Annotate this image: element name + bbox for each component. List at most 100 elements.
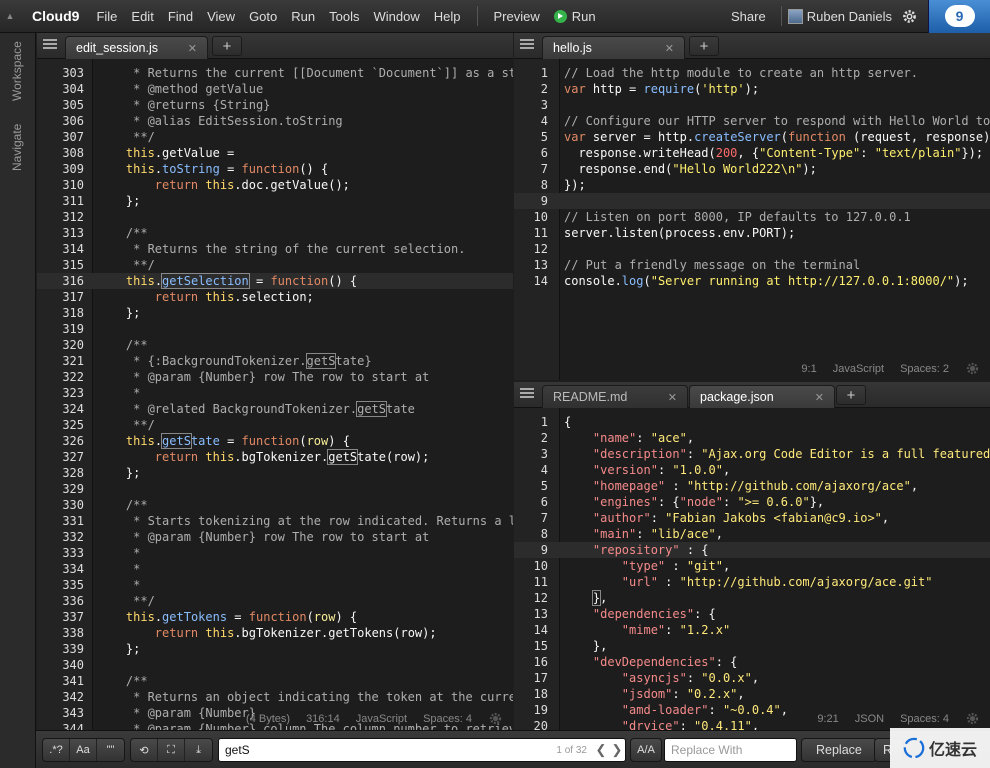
menu-run[interactable]: Run — [284, 9, 322, 24]
code-line[interactable]: 317 return this.selection; — [37, 289, 513, 305]
next-match-icon[interactable]: ❯ — [609, 742, 625, 758]
code-line[interactable]: 8 "main": "lib/ace", — [514, 526, 990, 542]
code-line[interactable]: 1{ — [514, 414, 990, 430]
code-line[interactable]: 323 * — [37, 385, 513, 401]
code-line[interactable]: 306 * @alias EditSession.toString — [37, 113, 513, 129]
in-selection-icon[interactable]: ⛶ — [158, 739, 185, 761]
gear-icon[interactable] — [965, 711, 980, 726]
code-line[interactable]: 11 "url" : "http://github.com/ajaxorg/ac… — [514, 574, 990, 590]
code-line[interactable]: 12 — [514, 241, 990, 257]
menu-edit[interactable]: Edit — [124, 9, 160, 24]
code-line[interactable]: 14 "mime": "1.2.x" — [514, 622, 990, 638]
code-line[interactable]: 6 response.writeHead(200, {"Content-Type… — [514, 145, 990, 161]
code-line[interactable]: 3 — [514, 97, 990, 113]
code-line[interactable]: 324 * @related BackgroundTokenizer.getSt… — [37, 401, 513, 417]
code-line[interactable]: 18 "jsdom": "0.2.x", — [514, 686, 990, 702]
code-line[interactable]: 5 "homepage" : "http://github.com/ajaxor… — [514, 478, 990, 494]
share-button[interactable]: Share — [724, 9, 773, 24]
previous-match-icon[interactable]: ❮ — [593, 742, 609, 758]
close-icon[interactable]: ✕ — [665, 42, 674, 55]
code-line[interactable]: 15 }, — [514, 638, 990, 654]
gear-icon[interactable] — [488, 711, 503, 726]
code-line[interactable]: 1 // Load the http module to create an ht… — [514, 65, 990, 81]
language-mode[interactable]: JavaScript — [833, 363, 884, 375]
code-editor[interactable]: 1 // Load the http module to create an ht… — [514, 59, 990, 380]
code-line[interactable]: 17 "asyncjs": "0.0.x", — [514, 670, 990, 686]
code-line[interactable]: 336 **/ — [37, 593, 513, 609]
code-line[interactable]: 341 /** — [37, 673, 513, 689]
code-line[interactable]: 328 }; — [37, 465, 513, 481]
indent-setting[interactable]: Spaces: 4 — [423, 713, 472, 725]
code-line[interactable]: 337 this.getTokens = function(row) { — [37, 609, 513, 625]
code-line[interactable]: 3 "description": "Ajax.org Code Editor i… — [514, 446, 990, 462]
code-line[interactable]: 305 * @returns {String} — [37, 97, 513, 113]
collapse-arrow-icon[interactable]: ▲ — [0, 11, 20, 21]
code-line[interactable]: 309 this.toString = function() { — [37, 161, 513, 177]
code-line[interactable]: 303 * Returns the current [[Document `Do… — [37, 65, 513, 81]
code-line[interactable]: 2 "name": "ace", — [514, 430, 990, 446]
code-line[interactable]: 10 // Listen on port 8000, IP defaults to… — [514, 209, 990, 225]
code-line[interactable]: 326 this.getState = function(row) { — [37, 433, 513, 449]
preserve-case-toggle[interactable]: A/A — [631, 739, 661, 761]
regex-toggle[interactable]: .*? — [43, 739, 70, 761]
case-sensitive-toggle[interactable]: Aa — [70, 739, 97, 761]
code-line[interactable]: 322 * @param {Number} row The row to sta… — [37, 369, 513, 385]
language-mode[interactable]: JavaScript — [356, 713, 407, 725]
code-line[interactable]: 311 }; — [37, 193, 513, 209]
code-line[interactable]: 338 return this.bgTokenizer.getTokens(ro… — [37, 625, 513, 641]
menu-help[interactable]: Help — [427, 9, 468, 24]
close-icon[interactable]: ✕ — [815, 391, 824, 404]
menu-file[interactable]: File — [89, 9, 124, 24]
code-line[interactable]: 339 }; — [37, 641, 513, 657]
code-line[interactable]: 7 response.end("Hello World222\n"); — [514, 161, 990, 177]
tab-edit-session[interactable]: edit_session.js ✕ — [65, 36, 208, 59]
code-line[interactable]: 16 "devDependencies": { — [514, 654, 990, 670]
indent-setting[interactable]: Spaces: 4 — [900, 713, 949, 725]
code-editor[interactable]: 303 * Returns the current [[Document `Do… — [37, 59, 513, 730]
code-line[interactable]: 6 "engines": {"node": ">= 0.6.0"}, — [514, 494, 990, 510]
code-line[interactable]: 325 **/ — [37, 417, 513, 433]
indent-setting[interactable]: Spaces: 2 — [900, 363, 949, 375]
close-icon[interactable]: ✕ — [188, 42, 197, 55]
add-tab-button[interactable]: + — [836, 385, 866, 405]
tab-menu-icon[interactable] — [520, 39, 534, 51]
code-line[interactable]: 13 "dependencies": { — [514, 606, 990, 622]
wrap-around-icon[interactable]: ⟲ — [131, 739, 158, 761]
close-icon[interactable]: ✕ — [668, 391, 677, 404]
code-line[interactable]: 340 — [37, 657, 513, 673]
code-line[interactable]: 14 console.log("Server running at http://… — [514, 273, 990, 289]
code-line[interactable]: 307 **/ — [37, 129, 513, 145]
add-tab-button[interactable]: + — [212, 36, 242, 56]
menu-window[interactable]: Window — [366, 9, 426, 24]
code-line[interactable]: 5 var server = http.createServer(function… — [514, 129, 990, 145]
code-line[interactable]: 318 }; — [37, 305, 513, 321]
run-button[interactable]: Run — [547, 9, 603, 24]
code-line[interactable]: 319 — [37, 321, 513, 337]
add-tab-button[interactable]: + — [689, 36, 719, 56]
code-line[interactable]: 331 * Starts tokenizing at the row indic… — [37, 513, 513, 529]
tab-menu-icon[interactable] — [43, 39, 57, 51]
code-line[interactable]: 313 /** — [37, 225, 513, 241]
menu-goto[interactable]: Goto — [242, 9, 284, 24]
cloud9-badge[interactable]: 9 — [928, 0, 990, 33]
tab-readme[interactable]: README.md ✕ — [542, 385, 688, 408]
code-line[interactable]: 315 **/ — [37, 257, 513, 273]
code-line[interactable]: 330 /** — [37, 497, 513, 513]
code-line[interactable]: 2 var http = require('http'); — [514, 81, 990, 97]
code-line[interactable]: 304 * @method getValue — [37, 81, 513, 97]
code-line[interactable]: 342 * Returns an object indicating the t… — [37, 689, 513, 705]
code-line[interactable]: 308 this.getValue = — [37, 145, 513, 161]
language-mode[interactable]: JSON — [855, 713, 884, 725]
preview-button[interactable]: Preview — [486, 9, 546, 24]
replace-input[interactable]: Replace With — [664, 738, 797, 762]
code-line[interactable]: 312 — [37, 209, 513, 225]
menu-find[interactable]: Find — [161, 9, 200, 24]
code-line[interactable]: 320 /** — [37, 337, 513, 353]
code-line[interactable]: 333 * — [37, 545, 513, 561]
code-line[interactable]: 9 "repository" : { — [514, 542, 990, 558]
highlight-matches-icon[interactable]: ⤓ — [185, 739, 212, 761]
gear-icon[interactable] — [965, 361, 980, 376]
code-line[interactable]: 332 * @param {Number} row The row to sta… — [37, 529, 513, 545]
code-line[interactable]: 329 — [37, 481, 513, 497]
code-line[interactable]: 10 "type" : "git", — [514, 558, 990, 574]
